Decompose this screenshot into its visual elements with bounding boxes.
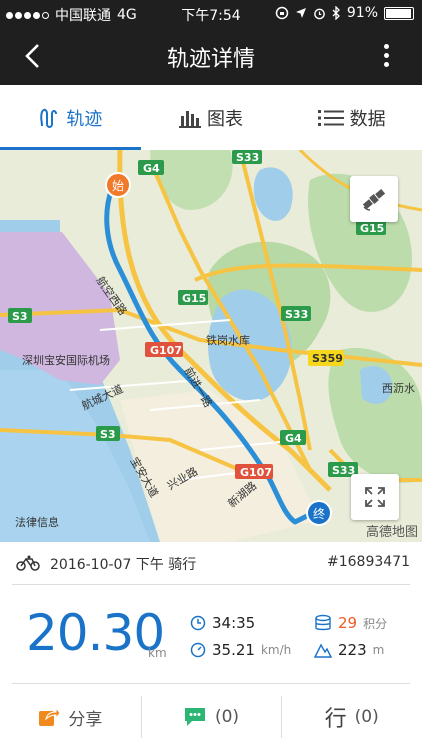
duration-value: 34:35: [212, 614, 256, 632]
expand-icon: [365, 487, 385, 507]
speed-unit: km/h: [260, 643, 292, 657]
svg-text:G107: G107: [240, 466, 272, 479]
svg-text:西沥水: 西沥水: [382, 382, 415, 395]
share-button[interactable]: 分享: [0, 684, 141, 750]
tab-track-label: 轨迹: [66, 108, 103, 130]
duration-stat: 34:35: [190, 614, 255, 632]
svg-text:G15: G15: [360, 222, 384, 235]
action-bar: 分享 (0) 行 (0): [0, 684, 422, 750]
points-unit: 积分: [363, 616, 388, 631]
rides-button[interactable]: 行 (0): [281, 684, 422, 750]
page-title: 轨迹详情: [166, 47, 255, 72]
svg-text:G107: G107: [150, 344, 182, 357]
status-bar: 中国联通 4G 下午7:54 91%: [0, 0, 422, 28]
fullscreen-button[interactable]: [351, 474, 399, 520]
svg-text:深圳宝安国际机场: 深圳宝安国际机场: [22, 353, 110, 367]
start-label: 始: [111, 178, 124, 193]
route-map[interactable]: 深圳宝安国际机场 铁岗水库 西沥水 航城大道 兴业路 宝安大道 法律信息 前进一…: [0, 150, 422, 542]
share-icon: [39, 706, 61, 726]
activity-id: #16893471: [327, 554, 410, 570]
svg-text:G4: G4: [143, 162, 160, 175]
tab-data[interactable]: 数据: [281, 85, 422, 150]
comment-icon: [184, 708, 205, 726]
bar-chart-icon: [179, 110, 201, 128]
comments-count: (0): [214, 707, 240, 727]
svg-text:G4: G4: [285, 432, 302, 445]
distance-value: 20.30: [26, 604, 165, 662]
route-end-marker: 终: [306, 500, 332, 526]
rides-count: (0): [354, 707, 379, 727]
speed-stat: 35.21 km/h: [190, 641, 291, 659]
elevation-value: 223: [338, 641, 367, 659]
route-icon: [40, 108, 58, 128]
tab-data-label: 数据: [349, 108, 386, 130]
rotation-lock-icon: [275, 6, 289, 20]
points-value: 29: [338, 614, 358, 632]
alarm-icon: [314, 8, 325, 19]
bluetooth-icon: [332, 6, 340, 20]
battery-percent: 91%: [346, 5, 378, 21]
tab-bar: 轨迹 图表 数据: [0, 85, 422, 150]
distance-unit: km: [148, 646, 167, 660]
activity-type: 骑行: [168, 557, 197, 573]
svg-text:S3: S3: [12, 310, 28, 323]
svg-text:铁岗水库: 铁岗水库: [206, 334, 250, 347]
route-start-marker: 始: [105, 172, 131, 198]
tab-chart[interactable]: 图表: [141, 85, 282, 150]
speedometer-icon: [190, 642, 206, 658]
elevation-stat: 223 m: [314, 641, 384, 659]
comments-button[interactable]: (0): [140, 684, 282, 750]
activity-info-row: 2016-10-07 下午 骑行 #16893471: [0, 542, 422, 586]
elevation-unit: m: [372, 643, 385, 657]
list-icon: [317, 109, 344, 126]
status-right: 91%: [275, 5, 414, 21]
satellite-icon: [362, 188, 386, 211]
divider: [12, 584, 410, 585]
more-options-icon[interactable]: [382, 42, 390, 70]
points-stat: 29 积分: [314, 614, 387, 632]
svg-text:法律信息: 法律信息: [15, 515, 59, 529]
mountain-icon: [314, 643, 332, 658]
svg-text:S3: S3: [100, 428, 116, 441]
svg-text:S359: S359: [312, 352, 343, 365]
satellite-layer-button[interactable]: [350, 176, 398, 222]
coins-icon: [315, 614, 331, 631]
activity-date-text: 2016-10-07 下午: [50, 557, 164, 573]
end-label: 终: [312, 506, 325, 521]
map-watermark: 高德地图: [365, 525, 418, 540]
tab-track[interactable]: 轨迹: [0, 85, 141, 150]
share-label: 分享: [68, 709, 103, 730]
clock-icon: [190, 615, 206, 631]
rides-glyph: 行: [324, 707, 347, 732]
battery-icon: [384, 6, 414, 20]
location-arrow-icon: [295, 8, 306, 18]
speed-value: 35.21: [212, 641, 255, 659]
activity-date: 2016-10-07 下午 骑行: [50, 554, 196, 574]
bicycle-icon: [16, 555, 40, 571]
svg-text:S33: S33: [236, 151, 259, 164]
nav-bar: 轨迹详情: [0, 28, 422, 85]
svg-text:S33: S33: [285, 308, 308, 321]
svg-text:G15: G15: [182, 292, 206, 305]
tab-chart-label: 图表: [207, 108, 243, 130]
